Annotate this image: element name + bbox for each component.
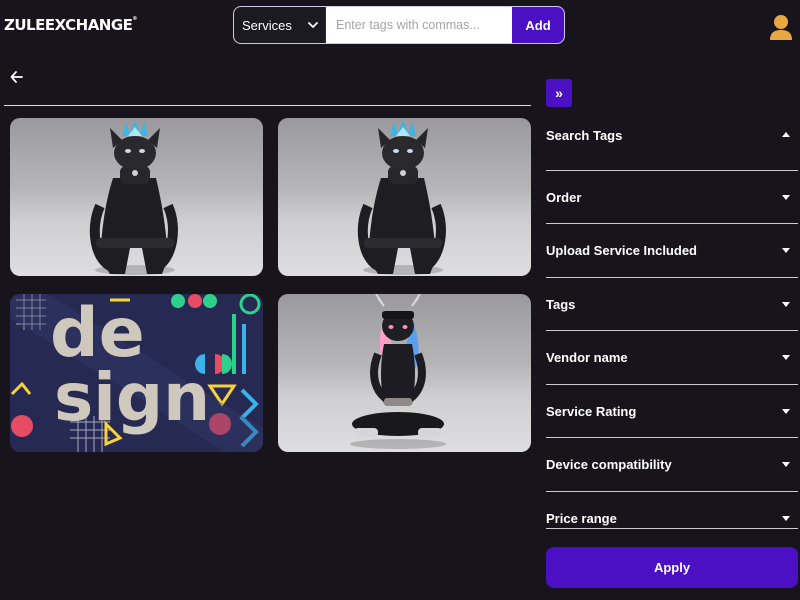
filter-label: Search Tags — [546, 128, 623, 143]
apply-filters-button[interactable]: Apply — [546, 547, 798, 588]
antler-avatar-render-image — [350, 294, 446, 449]
category-select-value: Services — [242, 17, 292, 33]
service-card[interactable] — [278, 294, 531, 452]
tag-search-input[interactable] — [326, 7, 512, 43]
arrow-left-icon[interactable] — [9, 69, 25, 85]
caret-down-icon — [782, 355, 790, 360]
filter-service-rating[interactable]: Service Rating — [546, 385, 798, 438]
banner-text-sign: sign — [54, 359, 210, 436]
filter-price-range[interactable]: Price range — [546, 492, 798, 529]
filter-vendor-name[interactable]: Vendor name — [546, 331, 798, 385]
filter-label: Tags — [546, 297, 576, 312]
caret-up-icon — [782, 132, 790, 137]
caret-down-icon — [782, 302, 790, 307]
logo-registered-mark: ® — [132, 16, 137, 22]
caret-down-icon — [782, 516, 790, 521]
caret-down-icon — [782, 195, 790, 200]
cat-avatar-render-image — [89, 120, 178, 275]
filter-label: Price range — [546, 511, 617, 526]
filter-device-compatibility[interactable]: Device compatibility — [546, 438, 798, 492]
service-card[interactable]: de sign — [10, 294, 263, 452]
caret-down-icon — [782, 248, 790, 253]
filter-label: Upload Service Included — [546, 243, 697, 258]
filter-label: Device compatibility — [546, 457, 672, 472]
caret-down-icon — [782, 409, 790, 414]
service-card[interactable] — [278, 118, 531, 276]
add-tag-button[interactable]: Add — [512, 7, 564, 43]
collapse-sidebar-button[interactable]: » — [546, 79, 572, 107]
filter-label: Service Rating — [546, 404, 637, 419]
tag-search-bar: Services Add — [233, 6, 565, 44]
filter-order[interactable]: Order — [546, 171, 798, 224]
user-avatar-icon[interactable] — [770, 13, 792, 41]
design-banner-image: de sign — [10, 294, 263, 452]
double-chevron-right-icon: » — [555, 85, 563, 101]
filter-tags[interactable]: Tags — [546, 278, 798, 331]
filter-label: Order — [546, 190, 582, 205]
caret-down-icon — [782, 462, 790, 467]
logo-text: ZULEEXCHANGE — [4, 16, 133, 34]
category-select[interactable]: Services — [234, 7, 326, 43]
site-logo[interactable]: ZULEEXCHANGE® — [4, 16, 137, 34]
service-card[interactable] — [10, 118, 263, 276]
filter-search-tags[interactable]: Search Tags — [546, 115, 798, 171]
filter-upload-service-included[interactable]: Upload Service Included — [546, 224, 798, 278]
chevron-down-icon — [308, 21, 318, 28]
content-divider — [4, 105, 531, 106]
filter-label: Vendor name — [546, 350, 628, 365]
cat-avatar-render-image — [357, 120, 446, 275]
